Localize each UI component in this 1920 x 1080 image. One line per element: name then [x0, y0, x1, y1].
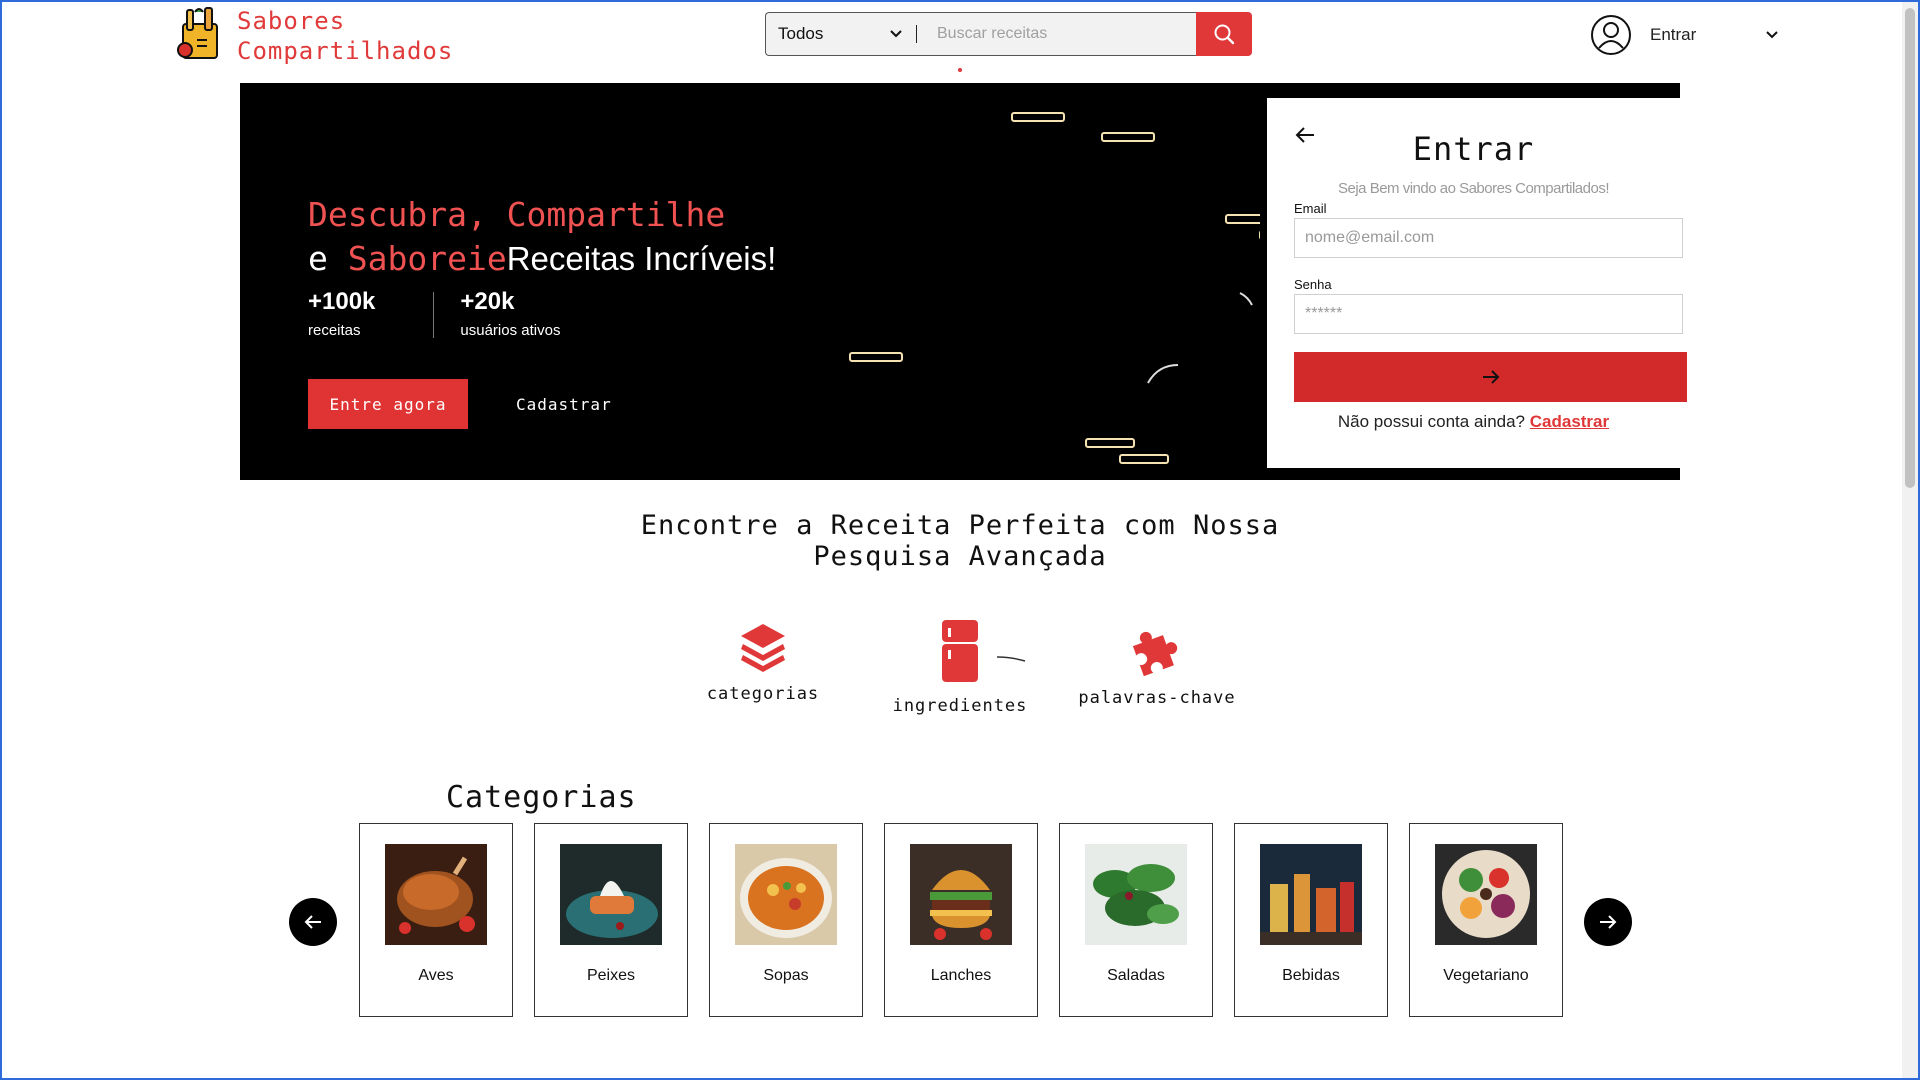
category-image: [735, 844, 837, 945]
feature-ingredients[interactable]: ingredientes: [870, 620, 1050, 716]
category-image: [910, 844, 1012, 945]
stat-divider: [433, 292, 435, 338]
category-card[interactable]: Lanches: [884, 823, 1038, 1017]
category-select-value: Todos: [778, 24, 824, 43]
login-footer: Não possui conta ainda? Cadastrar: [1267, 412, 1680, 432]
scrollbar[interactable]: [1902, 2, 1918, 1078]
categories-title: Categorias: [446, 780, 637, 815]
register-button[interactable]: Cadastrar: [516, 395, 612, 414]
hero-actions: Entre agora Cadastrar: [308, 379, 612, 429]
advanced-search-title-line2: Pesquisa Avançada: [813, 541, 1107, 572]
login-subtitle: Seja Bem vindo ao Sabores Compartilados!: [1338, 180, 1610, 197]
fridge-icon: [942, 620, 978, 682]
feature-categories[interactable]: categorias: [673, 620, 853, 704]
category-label: Lanches: [930, 967, 992, 984]
feature-label: categorias: [706, 684, 820, 704]
stat-value: +20k: [460, 288, 515, 315]
grocery-bag-icon: [177, 7, 218, 59]
stat-label: usuários ativos: [460, 322, 561, 339]
user-menu-label: Entrar: [1650, 25, 1697, 44]
search-icon: [1214, 24, 1235, 45]
feature-label: ingredientes: [892, 696, 1028, 716]
category-image: [560, 844, 662, 945]
category-card[interactable]: Bebidas: [1234, 823, 1388, 1017]
stat-value: +100k: [308, 288, 376, 315]
advanced-search-title-line1: Encontre a Receita Perfeita com Nossa: [640, 510, 1280, 541]
feature-label: palavras-chave: [1078, 688, 1236, 708]
search-button[interactable]: [1196, 12, 1252, 56]
feature-keywords[interactable]: palavras-chave: [1067, 620, 1247, 708]
arrow-left-icon: [304, 915, 321, 929]
login-title: Entrar: [1412, 130, 1535, 168]
enter-now-button[interactable]: Entre agora: [308, 379, 468, 429]
arrow-right-icon: [1600, 915, 1617, 929]
login-submit-button[interactable]: [1294, 352, 1687, 402]
stat-users: +20k usuários ativos: [460, 288, 560, 339]
arrow-right-icon: [1482, 370, 1499, 384]
category-card[interactable]: Saladas: [1059, 823, 1213, 1017]
chevron-down-icon: [890, 30, 902, 38]
category-label: Aves: [418, 967, 454, 984]
puzzle-icon: [1132, 631, 1178, 676]
email-label: Email: [1294, 201, 1327, 216]
hero-title: Descubra, Compartilhe e SaboreieReceitas…: [308, 193, 776, 281]
kitchen-illustration: [849, 112, 1260, 464]
chevron-down-icon: [1766, 31, 1779, 39]
hero-title-highlight-1: Descubra, Compartilhe: [308, 195, 726, 234]
category-card[interactable]: Sopas: [709, 823, 863, 1017]
password-label: Senha: [1294, 277, 1332, 292]
category-image: [1085, 844, 1187, 945]
carousel-prev-button[interactable]: [289, 898, 337, 946]
category-label: Vegetariano: [1443, 967, 1529, 984]
category-label: Sopas: [763, 967, 809, 984]
brand-name-line2: Compartilhados: [237, 37, 454, 65]
category-label: Bebidas: [1282, 967, 1340, 984]
category-select[interactable]: Todos: [766, 24, 916, 44]
category-card[interactable]: Peixes: [534, 823, 688, 1017]
decorative-stroke: [996, 656, 1026, 662]
loading-dot: [958, 68, 962, 72]
stat-recipes: +100k receitas: [308, 288, 375, 339]
login-card: Entrar Seja Bem vindo ao Sabores Compart…: [1267, 98, 1687, 468]
hero-title-rest: Receitas Incríveis!: [506, 240, 777, 277]
category-image: [385, 844, 487, 945]
layers-icon: [741, 624, 785, 672]
email-field[interactable]: [1294, 218, 1683, 258]
hero-title-connector: e: [308, 239, 328, 278]
brand-name-line1: Sabores: [237, 7, 346, 35]
category-image: [1435, 844, 1537, 945]
advanced-search-title: Encontre a Receita Perfeita com Nossa Pe…: [0, 510, 1920, 572]
category-label: Saladas: [1107, 967, 1165, 984]
search-input[interactable]: [917, 13, 1196, 55]
register-link[interactable]: Cadastrar: [1530, 412, 1609, 431]
category-card[interactable]: Vegetariano: [1409, 823, 1563, 1017]
hero-title-highlight-2: Saboreie: [347, 239, 507, 278]
password-field[interactable]: [1294, 294, 1683, 334]
search-box: Todos: [765, 12, 1196, 56]
hero-stats: +100k receitas +20k usuários ativos: [308, 288, 560, 339]
scrollbar-thumb[interactable]: [1905, 8, 1915, 488]
category-card[interactable]: Aves: [359, 823, 513, 1017]
category-label: Peixes: [586, 967, 636, 984]
category-image: [1260, 844, 1362, 945]
user-avatar-icon: [1591, 15, 1631, 55]
logo[interactable]: Sabores Compartilhados: [175, 6, 453, 66]
carousel-next-button[interactable]: [1584, 898, 1632, 946]
search-bar: Todos: [765, 12, 1252, 56]
user-menu[interactable]: Entrar: [1590, 14, 1779, 56]
stat-label: receitas: [308, 322, 361, 339]
no-account-text: Não possui conta ainda?: [1337, 412, 1526, 431]
